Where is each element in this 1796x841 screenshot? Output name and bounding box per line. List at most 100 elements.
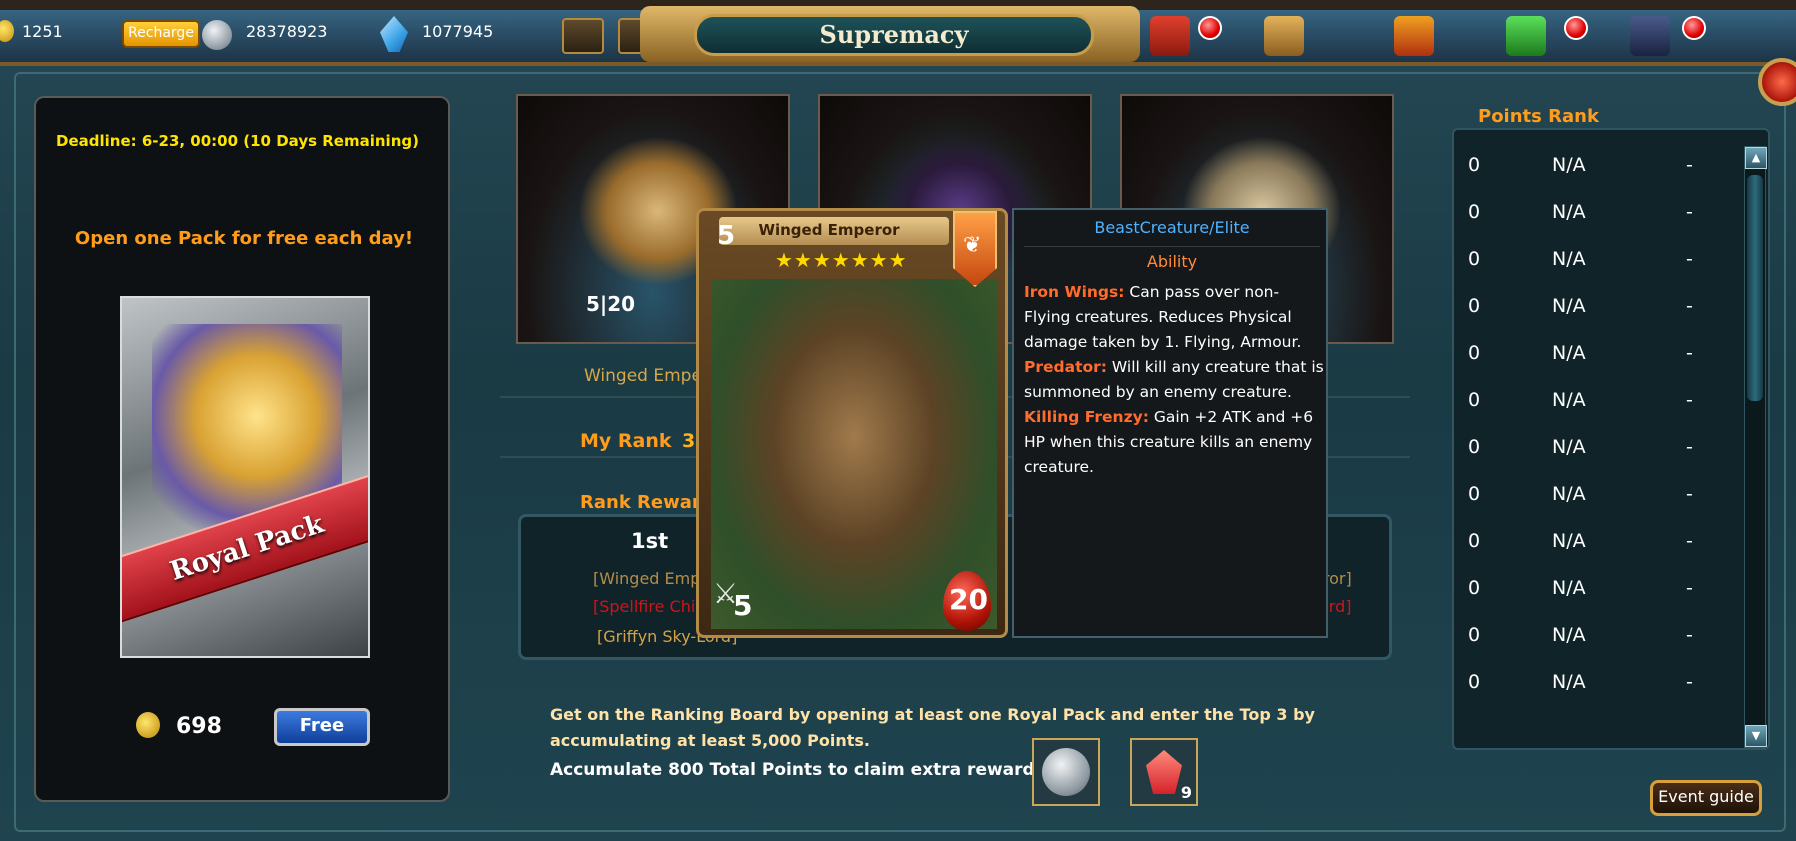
rank-guild: - bbox=[1686, 201, 1693, 223]
reward-count: 9 bbox=[1180, 783, 1192, 802]
chart-icon[interactable] bbox=[1394, 16, 1434, 56]
accumulate-text: Accumulate 800 Total Points to claim ext… bbox=[550, 760, 1052, 780]
rank-points: 0 bbox=[1468, 389, 1481, 411]
card-type: BeastCreature/Elite bbox=[1094, 218, 1250, 237]
rank-row: 0 N/A - bbox=[1454, 661, 1744, 708]
rank-row: 0 N/A - bbox=[1454, 426, 1744, 473]
scroll-down-button[interactable]: ▼ bbox=[1745, 725, 1767, 747]
my-rank-label: My Rank bbox=[580, 430, 672, 452]
ability-1: Iron Wings: Can pass over non-Flying cre… bbox=[1024, 280, 1324, 355]
rank-reward-label: Rank Rewar bbox=[580, 492, 701, 513]
rank-guild: - bbox=[1686, 671, 1693, 693]
ability-name: Predator: bbox=[1024, 358, 1107, 376]
rank-guild: - bbox=[1686, 342, 1693, 364]
crystal-amount: 1077945 bbox=[422, 22, 494, 41]
notification-dot bbox=[1198, 16, 1222, 40]
silver-coin-icon bbox=[202, 20, 232, 50]
rank-player-name: N/A bbox=[1552, 624, 1586, 646]
rank-guild: - bbox=[1686, 624, 1693, 646]
rank-player-name: N/A bbox=[1552, 201, 1586, 223]
ability-header: Ability bbox=[1146, 252, 1198, 271]
rank-player-name: N/A bbox=[1552, 436, 1586, 458]
rank-player-name: N/A bbox=[1552, 577, 1586, 599]
rank-row: 0 N/A - bbox=[1454, 614, 1744, 661]
rank-points: 0 bbox=[1468, 154, 1481, 176]
notification-dot bbox=[1564, 16, 1588, 40]
scrollbar[interactable]: ▲ ▼ bbox=[1744, 146, 1767, 748]
rank-points: 0 bbox=[1468, 248, 1481, 270]
event-guide-button[interactable]: Event guide bbox=[1650, 780, 1762, 816]
ability-name: Killing Frenzy: bbox=[1024, 408, 1149, 426]
card-atk: 5 bbox=[733, 589, 753, 622]
gem-icon[interactable] bbox=[1506, 16, 1546, 56]
ability-name: Iron Wings: bbox=[1024, 283, 1125, 301]
event-description: Get on the Ranking Board by opening at l… bbox=[550, 705, 1315, 750]
event-icon[interactable] bbox=[1150, 16, 1190, 56]
star-rating: ★★★★★★★ bbox=[775, 248, 908, 272]
rank-guild: - bbox=[1686, 483, 1693, 505]
rank-row: 0 N/A - bbox=[1454, 238, 1744, 285]
ability-3: Killing Frenzy: Gain +2 ATK and +6 HP wh… bbox=[1024, 405, 1324, 480]
beast-banner: ❦ bbox=[953, 211, 997, 287]
points-rank-title: Points Rank bbox=[1478, 106, 1599, 127]
rank-guild: - bbox=[1686, 295, 1693, 317]
card-ability-info: BeastCreature/Elite Ability Iron Wings: … bbox=[1012, 208, 1328, 638]
rank-player-name: N/A bbox=[1552, 671, 1586, 693]
silver-coin-icon bbox=[1042, 748, 1090, 796]
rank-guild: - bbox=[1686, 389, 1693, 411]
rank-points: 0 bbox=[1468, 577, 1481, 599]
ability-2: Predator: Will kill any creature that is… bbox=[1024, 355, 1324, 405]
rank-points: 0 bbox=[1468, 295, 1481, 317]
pack-price: 698 bbox=[176, 714, 222, 739]
reward-item[interactable]: [Spellfire Chi bbox=[593, 597, 695, 616]
recharge-button[interactable]: Recharge bbox=[122, 20, 200, 48]
rank-row: 0 N/A - bbox=[1454, 144, 1744, 191]
rank-guild: - bbox=[1686, 154, 1693, 176]
rank-points: 0 bbox=[1468, 671, 1481, 693]
card-name: Winged Emperor bbox=[758, 221, 900, 239]
rank-points: 0 bbox=[1468, 483, 1481, 505]
rank-row: 0 N/A - bbox=[1454, 567, 1744, 614]
points-rank-list: 0 N/A - 0 N/A - 0 N/A - 0 N/A - 0 N/A - 0 N/A - 0 N/A - 0 N/A -… bbox=[1452, 128, 1770, 750]
extra-reward-silver[interactable] bbox=[1032, 738, 1100, 806]
castle-icon[interactable] bbox=[1630, 16, 1670, 56]
scroll-thumb[interactable] bbox=[1747, 175, 1763, 401]
rank-points: 0 bbox=[1468, 624, 1481, 646]
notification-dot bbox=[1682, 16, 1706, 40]
scroll-up-button[interactable]: ▲ bbox=[1745, 147, 1767, 169]
rank-player-name: N/A bbox=[1552, 295, 1586, 317]
menu-icon-button[interactable] bbox=[562, 18, 604, 54]
paw-icon: ❦ bbox=[963, 233, 982, 258]
rank-row: 0 N/A - bbox=[1454, 520, 1744, 567]
free-daily-text: Open one Pack for free each day! bbox=[74, 228, 414, 249]
card-hp: 20 bbox=[949, 583, 988, 616]
rank-points: 0 bbox=[1468, 436, 1481, 458]
thumbnail-stats: 5|20 bbox=[586, 292, 636, 316]
gold-amount: 1251 bbox=[22, 22, 63, 41]
free-open-button[interactable]: Free bbox=[274, 708, 370, 746]
rank-guild: - bbox=[1686, 530, 1693, 552]
silver-amount: 28378923 bbox=[246, 22, 328, 41]
rank-row: 0 N/A - bbox=[1454, 379, 1744, 426]
window-title: Supremacy bbox=[694, 14, 1094, 56]
gold-coin-icon bbox=[136, 712, 160, 738]
rank-guild: - bbox=[1686, 436, 1693, 458]
reward-item[interactable]: [Winged Emp bbox=[593, 569, 700, 588]
royal-pack-image: Royal Pack bbox=[120, 296, 370, 658]
rank-player-name: N/A bbox=[1552, 530, 1586, 552]
reward-place: 1st bbox=[631, 529, 669, 553]
rank-row: 0 N/A - bbox=[1454, 332, 1744, 379]
card-cost: 5 bbox=[717, 221, 736, 251]
extra-reward-gem[interactable]: 9 bbox=[1130, 738, 1198, 806]
card-tooltip: Winged Emperor 5 ★★★★★★★ ❦ ⚔ 5 20 bbox=[696, 208, 1008, 638]
divider bbox=[1024, 246, 1320, 247]
ability-list: Iron Wings: Can pass over non-Flying cre… bbox=[1024, 280, 1324, 480]
rank-points: 0 bbox=[1468, 530, 1481, 552]
pack-panel: Deadline: 6-23, 00:00 (10 Days Remaining… bbox=[34, 96, 450, 802]
rank-row: 0 N/A - bbox=[1454, 473, 1744, 520]
rank-points: 0 bbox=[1468, 342, 1481, 364]
rank-points: 0 bbox=[1468, 201, 1481, 223]
rank-player-name: N/A bbox=[1552, 342, 1586, 364]
red-gem-icon bbox=[1146, 750, 1182, 794]
scroll-icon[interactable] bbox=[1264, 16, 1304, 56]
